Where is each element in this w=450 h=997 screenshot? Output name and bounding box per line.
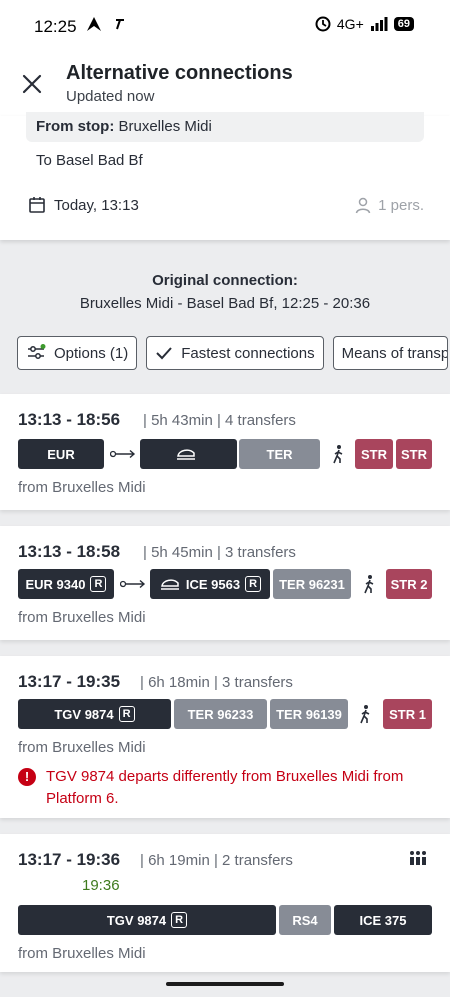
original-connection: Original connection: Bruxelles Midi - Ba… (0, 272, 450, 312)
regional-train-segment: TER 96231 (273, 569, 351, 599)
tram-segment: STR 2 (386, 569, 432, 599)
tool-app-icon (116, 19, 124, 30)
from-stop-value: Bruxelles Midi (118, 118, 212, 135)
walk-icon (357, 699, 373, 729)
original-connection-title: Original connection: (152, 272, 298, 289)
regional-train-segment: TER 96139 (270, 699, 348, 729)
departure-station: from Bruxelles Midi (18, 609, 146, 626)
destination-field[interactable]: To Basel Bad Bf (36, 152, 143, 169)
warning-text: TGV 9874 departs differently from Bruxel… (46, 768, 404, 807)
fastest-connections-label: Fastest connections (181, 344, 315, 362)
checkmark-icon (156, 347, 172, 360)
realtime-arrival: 19:36 (82, 877, 120, 894)
connection-link-icon (120, 569, 148, 599)
connection-duration: 5h 45min (151, 544, 213, 561)
filter-bar: Options (1) Fastest connections Means of… (17, 336, 448, 370)
reservation-icon: R (118, 706, 135, 722)
calendar-icon (29, 197, 45, 213)
walk-icon (330, 439, 346, 469)
search-summary: From stop: Bruxelles Midi To Basel Bad B… (0, 112, 450, 240)
options-filter-label: Options (1) (54, 344, 129, 362)
regional-train-segment: TER 96233 (174, 699, 267, 729)
train-segment: TGV 9874 R (18, 905, 276, 935)
status-time: 12:25 (34, 17, 77, 36)
person-icon (355, 197, 371, 214)
tram-segment: STR (396, 439, 432, 469)
platform-change-warning: ! TGV 9874 departs differently from Brux… (18, 766, 418, 810)
from-stop-label: From stop: (36, 118, 115, 135)
connection-card-3[interactable]: 13:17 - 19:35 | 6h 18min | 3 transfers T… (0, 656, 450, 818)
departure-station: from Bruxelles Midi (18, 739, 146, 756)
battery-icon: 69 (393, 17, 414, 31)
connection-transfers: 3 transfers (222, 674, 293, 691)
reservation-icon: R (90, 576, 107, 592)
regional-train-segment: TER (239, 439, 320, 469)
high-speed-train-icon (177, 449, 195, 460)
signal-icon (370, 17, 388, 31)
status-bar: 12:25 4G+ 69 (0, 0, 450, 52)
options-filter-button[interactable]: Options (1) (17, 336, 138, 370)
reservation-icon: R (245, 576, 262, 592)
connection-time: 13:17 - 19:35 (18, 672, 121, 691)
high-speed-train-icon (160, 579, 179, 590)
train-segment: ICE 9563 R (150, 569, 270, 599)
alarm-icon (315, 16, 331, 32)
connection-card-4[interactable]: 13:17 - 19:36 | 6h 19min | 2 transfers 1… (0, 834, 450, 972)
fastest-connections-filter[interactable]: Fastest connections (146, 336, 324, 370)
connection-transfers: 4 transfers (225, 412, 296, 429)
from-stop-field[interactable]: From stop: Bruxelles Midi (26, 112, 424, 142)
network-type: 4G+ (336, 16, 364, 32)
tram-segment: STR (355, 439, 393, 469)
train-segment: EUR 9340 R (18, 569, 114, 599)
original-connection-route: Bruxelles Midi - Basel Bad Bf, 12:25 - 2… (79, 295, 371, 312)
app-header: Alternative connections Updated now (0, 52, 450, 116)
passenger-count: 1 pers. (378, 196, 424, 214)
updated-status: Updated now (66, 88, 155, 105)
reservation-icon: R (171, 912, 188, 928)
home-indicator[interactable] (166, 982, 284, 986)
regional-train-segment: RS4 (279, 905, 331, 935)
departure-station: from Bruxelles Midi (18, 479, 146, 496)
train-segment (140, 439, 237, 469)
close-icon (22, 74, 42, 94)
connection-transfers: 2 transfers (222, 852, 293, 869)
connection-time: 13:17 - 19:36 (18, 850, 121, 869)
connection-duration: 6h 19min (148, 852, 210, 869)
date-value: Today, 13:13 (54, 196, 139, 214)
connection-duration: 5h 43min (151, 412, 213, 429)
departure-station: from Bruxelles Midi (18, 945, 146, 962)
connection-time: 13:13 - 18:56 (18, 410, 121, 429)
means-of-transport-filter[interactable]: Means of transp (332, 336, 448, 370)
close-button[interactable] (18, 70, 46, 98)
page-title: Alternative connections (66, 62, 293, 84)
warning-icon: ! (18, 768, 36, 786)
walk-icon (361, 569, 377, 599)
date-selector[interactable]: Today, 13:13 (28, 196, 139, 214)
connection-duration: 6h 18min (148, 674, 210, 691)
connection-time: 13:13 - 18:58 (18, 542, 121, 561)
train-segment: ICE 375 (334, 905, 432, 935)
connection-link-icon (110, 439, 138, 469)
sliders-icon (28, 344, 46, 359)
passenger-selector[interactable]: 1 pers. (354, 196, 424, 214)
train-segment: TGV 9874 R (18, 699, 171, 729)
connection-transfers: 3 transfers (225, 544, 296, 561)
connection-card-1[interactable]: 13:13 - 18:56 | 5h 43min | 4 transfers E… (0, 394, 450, 510)
occupancy-icon (410, 851, 426, 865)
navigation-app-icon (87, 17, 101, 31)
means-of-transport-label: Means of transp (341, 344, 448, 362)
train-segment: EUR (18, 439, 104, 469)
tram-segment: STR 1 (383, 699, 432, 729)
connection-card-2[interactable]: 13:13 - 18:58 | 5h 45min | 3 transfers E… (0, 526, 450, 640)
